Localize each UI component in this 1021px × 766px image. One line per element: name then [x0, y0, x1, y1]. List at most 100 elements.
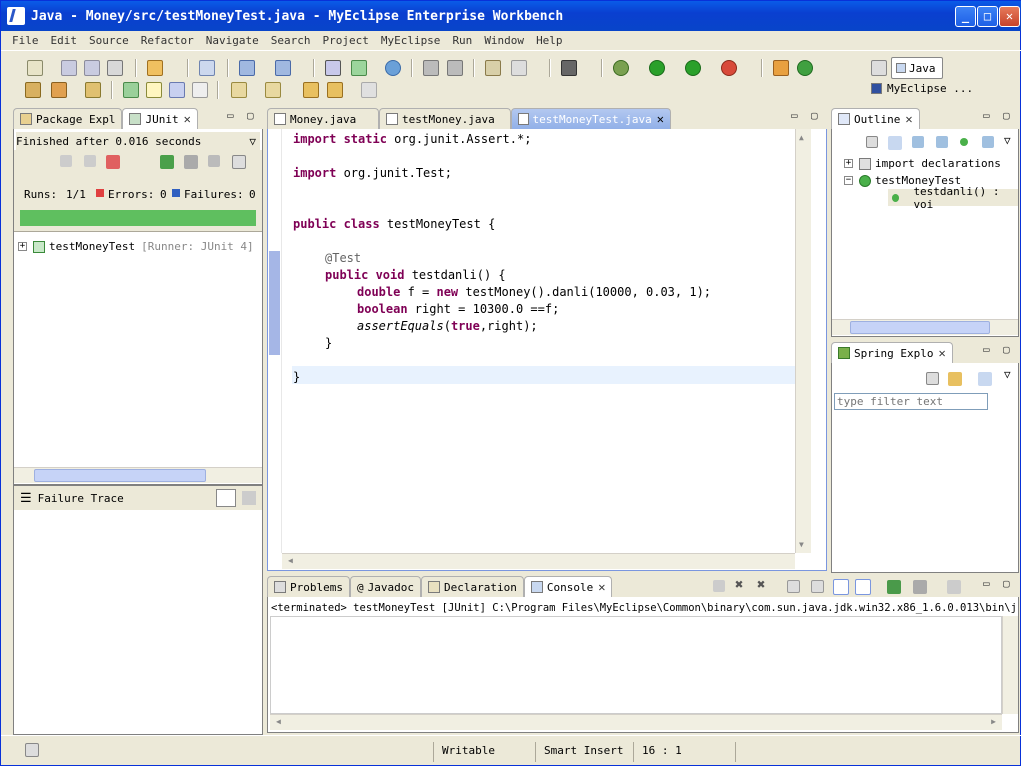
code-line-10[interactable]: double f = new testMoney().danli(10000, … [357, 285, 711, 299]
minimize-view-icon[interactable]: ▭ [983, 343, 990, 356]
minimize-view-icon[interactable]: ▭ [983, 109, 990, 122]
globe-icon[interactable] [385, 60, 401, 76]
outline-hscroll[interactable] [832, 319, 1018, 335]
sort-icon[interactable] [978, 372, 992, 386]
maximize-view-icon[interactable]: ▢ [1003, 109, 1010, 122]
pilcrow-icon[interactable] [192, 82, 208, 98]
scroll-left-icon[interactable]: ◀ [288, 556, 293, 565]
link-icon[interactable] [423, 60, 439, 76]
history-icon[interactable] [232, 155, 246, 169]
hide-static-icon[interactable] [936, 136, 948, 148]
tab-console[interactable]: Console ✕ [523, 576, 613, 597]
refresh-icon[interactable] [797, 60, 813, 76]
new-icon[interactable] [27, 60, 43, 76]
last-edit-icon[interactable] [303, 82, 319, 98]
run-icon[interactable] [649, 60, 665, 76]
open-project-icon[interactable] [25, 82, 41, 98]
code-line-9[interactable]: public void testdanli() { [325, 268, 506, 282]
deploy-icon[interactable] [147, 60, 163, 76]
tab-spring-explorer[interactable]: Spring Explo ✕ [831, 342, 953, 363]
maximize-button[interactable]: □ [977, 6, 998, 27]
collapse-icon[interactable]: − [844, 176, 853, 185]
prev-annotation-icon[interactable] [265, 82, 281, 98]
junit-hscroll[interactable] [14, 467, 262, 483]
hide-fields-icon[interactable] [912, 136, 924, 148]
terminal-icon[interactable] [561, 60, 577, 76]
tab-declaration[interactable]: Declaration [420, 576, 524, 597]
sort-icon[interactable] [888, 136, 902, 150]
remove-launch-icon[interactable]: ✖ [735, 577, 743, 593]
fast-view-icon[interactable] [25, 743, 39, 757]
open-perspective-icon[interactable] [871, 60, 887, 76]
stop-icon[interactable] [208, 155, 220, 167]
report-icon[interactable] [351, 60, 367, 76]
external-tools-icon[interactable] [721, 60, 737, 76]
next-failure-icon[interactable] [60, 155, 72, 167]
close-icon[interactable]: ✕ [657, 112, 664, 126]
console-output[interactable] [270, 616, 1002, 714]
terminate-icon[interactable] [713, 580, 725, 592]
tool-icon[interactable] [51, 82, 67, 98]
view-menu-icon[interactable]: ▽ [1004, 134, 1011, 147]
tab-junit[interactable]: JUnit ✕ [122, 108, 198, 129]
highlight-icon[interactable] [146, 82, 162, 98]
link2-icon[interactable] [447, 60, 463, 76]
code-line-13[interactable]: } [325, 336, 332, 350]
scroll-thumb[interactable] [850, 321, 990, 334]
editor-ruler[interactable] [268, 129, 282, 553]
menu-refactor[interactable]: Refactor [141, 34, 194, 47]
wizard2-icon[interactable] [275, 60, 291, 76]
back-icon[interactable] [327, 82, 343, 98]
hide-local-icon[interactable] [982, 136, 994, 148]
tree-item[interactable]: + testMoneyTest [Runner: JUnit 4] [18, 240, 254, 253]
menu-project[interactable]: Project [322, 34, 368, 47]
view-menu-icon[interactable]: ▽ [249, 135, 256, 148]
menu-source[interactable]: Source [89, 34, 129, 47]
scroll-down-icon[interactable]: ▼ [799, 540, 804, 549]
show-stdout-icon[interactable] [833, 579, 849, 595]
tab-javadoc[interactable]: @ Javadoc [349, 576, 421, 597]
server-icon[interactable] [199, 60, 215, 76]
minimize-view-icon[interactable]: ▭ [227, 109, 234, 122]
plugin-icon[interactable] [773, 60, 789, 76]
code-line-6[interactable]: public class testMoneyTest { [293, 217, 495, 231]
menu-help[interactable]: Help [536, 34, 563, 47]
code-line-1[interactable]: import static org.junit.Assert.*; [293, 132, 531, 146]
java-perspective-button[interactable]: Java [891, 57, 943, 79]
hide-nonpublic-icon[interactable] [960, 138, 968, 146]
code-line-12[interactable]: assertEquals(true,right); [357, 319, 538, 333]
maximize-view-icon[interactable]: ▢ [1003, 577, 1010, 590]
save-all-icon[interactable] [84, 60, 100, 76]
tab-testmoney-java[interactable]: testMoney.java [379, 108, 511, 129]
next-annotation-icon[interactable] [231, 82, 247, 98]
forward-icon[interactable] [361, 82, 377, 98]
block-icon[interactable] [169, 82, 185, 98]
browse-icon[interactable] [511, 60, 527, 76]
debug-icon[interactable] [613, 60, 629, 76]
rerun-failed-icon[interactable] [184, 155, 198, 169]
code-line-15[interactable]: } [293, 370, 300, 384]
show-stderr-icon[interactable] [855, 579, 871, 595]
remove-all-icon[interactable]: ✖ [757, 577, 765, 593]
filter-trace-icon[interactable] [216, 489, 236, 507]
expand-icon[interactable]: + [844, 159, 853, 168]
menu-myeclipse[interactable]: MyEclipse [381, 34, 441, 47]
console-hscroll[interactable]: ◀ ▶ [270, 714, 1002, 730]
maximize-view-icon[interactable]: ▢ [247, 109, 254, 122]
close-icon[interactable]: ✕ [938, 346, 945, 360]
scroll-right-icon[interactable]: ▶ [991, 717, 996, 726]
tab-money-java[interactable]: Money.java [267, 108, 379, 129]
scroll-lock-icon[interactable] [811, 580, 824, 593]
minimize-view-icon[interactable]: ▭ [983, 577, 990, 590]
pin-console-icon[interactable] [887, 580, 901, 594]
menu-edit[interactable]: Edit [51, 34, 78, 47]
menu-search[interactable]: Search [271, 34, 311, 47]
scroll-thumb[interactable] [34, 469, 206, 482]
menu-run[interactable]: Run [452, 34, 472, 47]
clear-console-icon[interactable] [787, 580, 800, 593]
open-console-icon[interactable] [947, 580, 961, 594]
code-line-3[interactable]: import org.junit.Test; [293, 166, 452, 180]
console-vscroll[interactable] [1002, 616, 1018, 714]
rerun-icon[interactable] [160, 155, 174, 169]
code-line-11[interactable]: boolean right = 10300.0 ==f; [357, 302, 559, 316]
